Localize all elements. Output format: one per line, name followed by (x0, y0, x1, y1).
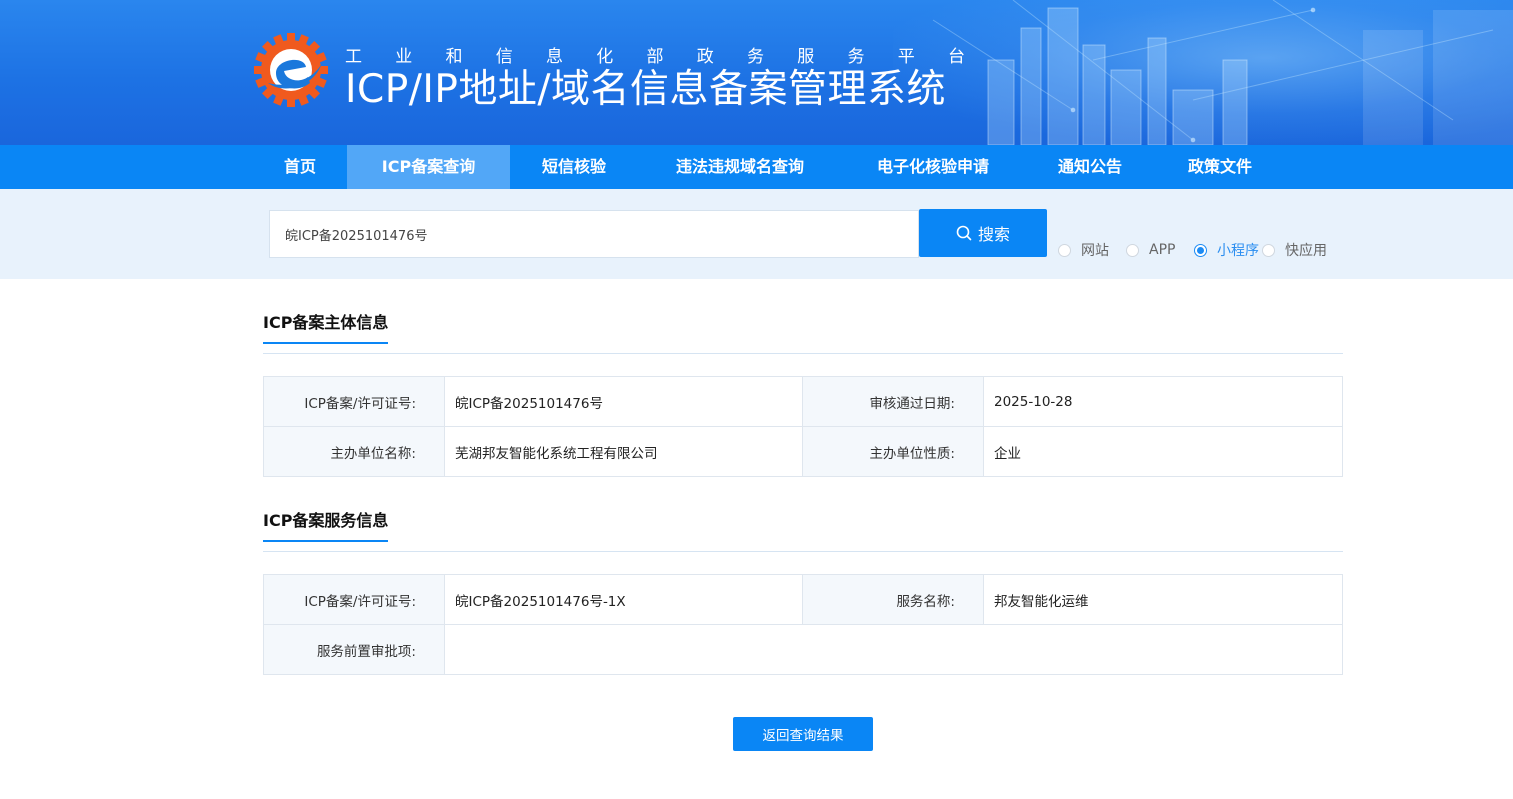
city-skyline-decoration (932, 0, 1513, 145)
subject-section-header: ICP备案主体信息 (263, 312, 1343, 354)
service-license-value: 皖ICP备2025101476号-1X (444, 574, 803, 625)
ministry-subtitle: 工 业 和 信 息 化 部 政 务 服 务 平 台 (345, 47, 965, 67)
search-button-label: 搜索 (977, 225, 1010, 244)
nav-item-policy-files[interactable]: 政策文件 (1170, 145, 1270, 189)
gear-e-logo-icon (254, 33, 328, 107)
organizer-name-label: 主办单位名称: (263, 426, 445, 477)
license-value: 皖ICP备2025101476号 (444, 376, 803, 427)
nav-item-icp-query[interactable]: ICP备案查询 (347, 145, 510, 189)
subject-info-table: ICP备案/许可证号: 皖ICP备2025101476号 审核通过日期: 202… (263, 376, 1343, 477)
table-row: 主办单位名称: 芜湖邦友智能化系统工程有限公司 主办单位性质: 企业 (263, 426, 1343, 477)
table-row: ICP备案/许可证号: 皖ICP备2025101476号 审核通过日期: 202… (263, 376, 1343, 427)
nav-item-e-verify-apply[interactable]: 电子化核验申请 (858, 145, 1008, 189)
pre-approval-value (444, 624, 1343, 675)
table-row: 服务前置审批项: (263, 624, 1343, 675)
search-input[interactable] (269, 210, 919, 258)
organizer-name-value: 芜湖邦友智能化系统工程有限公司 (444, 426, 803, 477)
service-section-title: ICP备案服务信息 (263, 510, 389, 542)
radio-website[interactable]: 网站 (1058, 241, 1109, 259)
search-button[interactable]: 搜索 (919, 209, 1047, 257)
approval-date-label: 审核通过日期: (802, 376, 984, 427)
search-bar: 搜索 网站 APP 小程序 快应用 (0, 189, 1513, 279)
service-name-value: 邦友智能化运维 (983, 574, 1343, 625)
radio-quick-app[interactable]: 快应用 (1262, 241, 1327, 259)
organizer-nature-label: 主办单位性质: (802, 426, 984, 477)
header-banner: 工 业 和 信 息 化 部 政 务 服 务 平 台 ICP/IP地址/域名信息备… (0, 0, 1513, 145)
main-nav: 首页 ICP备案查询 短信核验 违法违规域名查询 电子化核验申请 通知公告 政策… (0, 145, 1513, 189)
radio-app[interactable]: APP (1126, 241, 1175, 259)
system-title: ICP/IP地址/域名信息备案管理系统 (345, 67, 947, 112)
service-info-table: ICP备案/许可证号: 皖ICP备2025101476号-1X 服务名称: 邦友… (263, 574, 1343, 675)
search-icon (956, 225, 972, 241)
back-to-results-button[interactable]: 返回查询结果 (733, 717, 873, 751)
license-label: ICP备案/许可证号: (263, 376, 445, 427)
table-row: ICP备案/许可证号: 皖ICP备2025101476号-1X 服务名称: 邦友… (263, 574, 1343, 625)
organizer-nature-value: 企业 (983, 426, 1343, 477)
service-name-label: 服务名称: (802, 574, 984, 625)
subject-section-title: ICP备案主体信息 (263, 312, 389, 344)
nav-item-home[interactable]: 首页 (265, 145, 335, 189)
service-section-header: ICP备案服务信息 (263, 510, 1343, 552)
nav-item-illegal-domain-query[interactable]: 违法违规域名查询 (655, 145, 825, 189)
radio-dot (1058, 243, 1071, 257)
nav-item-announcements[interactable]: 通知公告 (1040, 145, 1140, 189)
service-license-label: ICP备案/许可证号: (263, 574, 445, 625)
nav-item-sms-verify[interactable]: 短信核验 (525, 145, 623, 189)
radio-dot-checked (1194, 243, 1207, 257)
approval-date-value: 2025-10-28 (983, 376, 1343, 427)
radio-mini-program[interactable]: 小程序 (1194, 241, 1259, 259)
radio-dot (1126, 243, 1139, 257)
radio-dot (1262, 243, 1275, 257)
pre-approval-label: 服务前置审批项: (263, 624, 445, 675)
